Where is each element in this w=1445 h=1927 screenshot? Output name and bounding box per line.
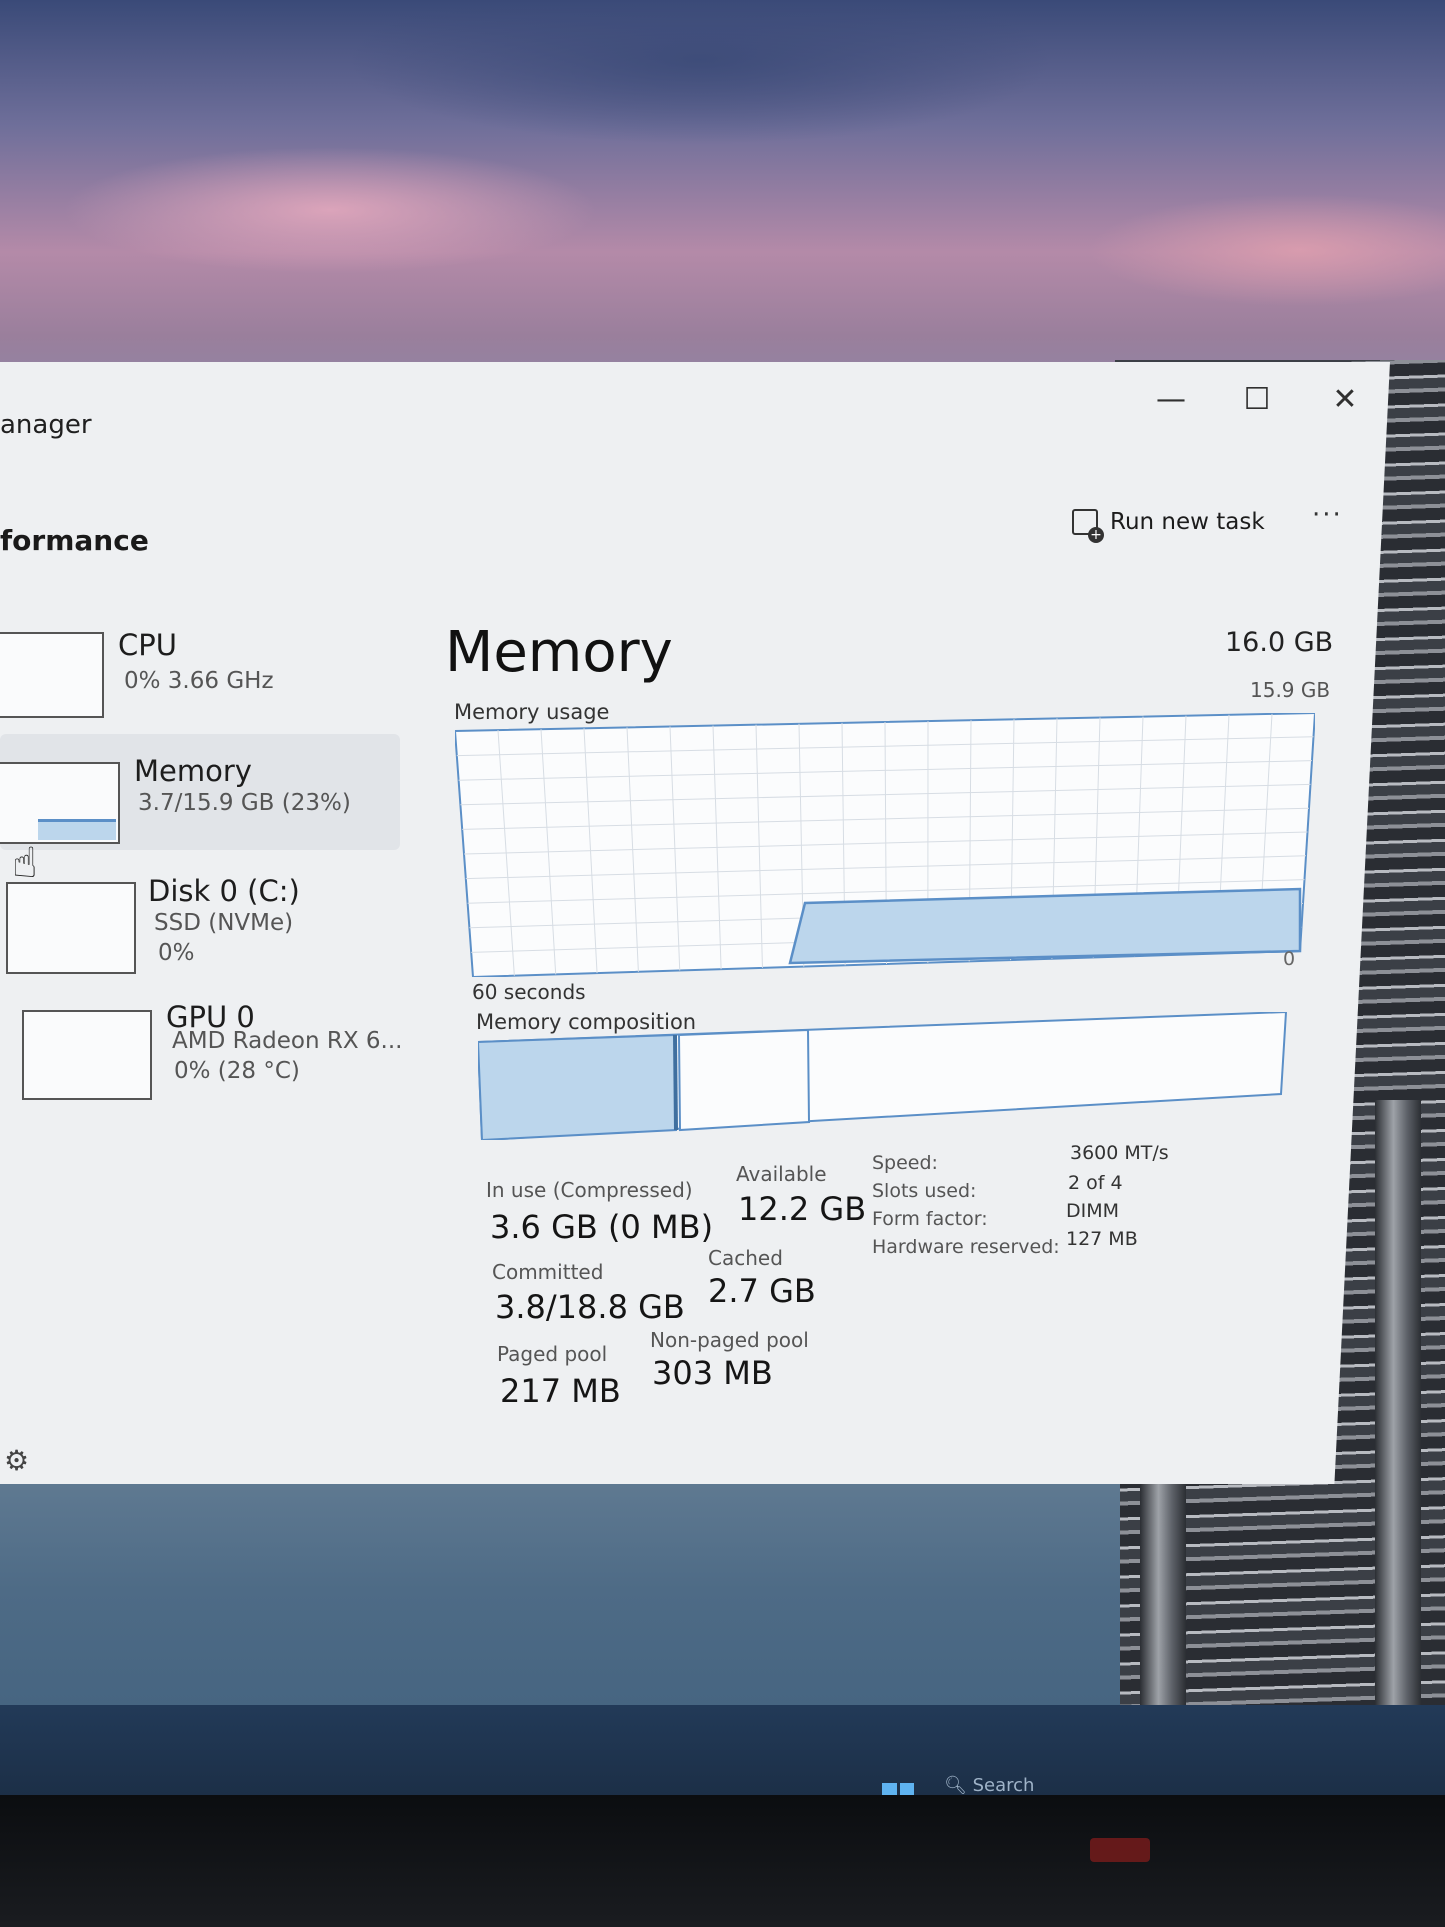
- gpu-thumbnail-graph: [22, 1010, 152, 1100]
- sidebar-item-label: Disk 0 (C:): [148, 874, 300, 908]
- maximize-button[interactable]: ☐: [1232, 382, 1282, 417]
- memory-composition-bar: [478, 1012, 1288, 1140]
- composition-modified: [673, 1034, 678, 1131]
- composition-standby: [677, 1028, 811, 1132]
- cpu-thumbnail-graph: [0, 632, 104, 718]
- sidebar-item-memory[interactable]: Memory 3.7/15.9 GB (23%): [0, 734, 400, 850]
- time-span-label: 60 seconds: [472, 980, 586, 1004]
- cached-label: Cached: [708, 1246, 783, 1270]
- settings-gear-icon[interactable]: ⚙: [4, 1444, 29, 1477]
- paged-pool-value: 217 MB: [500, 1372, 621, 1410]
- desktop-wallpaper-sky: [0, 0, 1445, 420]
- memory-total: 16.0 GB: [1225, 627, 1334, 658]
- taskbar: [0, 1705, 1445, 1795]
- in-use-label: In use (Compressed): [486, 1178, 693, 1202]
- sidebar-item-detail: AMD Radeon RX 6...: [172, 1028, 403, 1054]
- disk-thumbnail-graph: [6, 882, 136, 974]
- memory-thumbnail-graph: [0, 762, 120, 844]
- sidebar-item-detail: 0% 3.66 GHz: [124, 668, 274, 694]
- committed-value: 3.8/18.8 GB: [495, 1288, 685, 1326]
- sidebar-item-cpu[interactable]: CPU 0% 3.66 GHz: [0, 620, 380, 730]
- sidebar-item-detail: SSD (NVMe): [154, 910, 294, 936]
- minimize-button[interactable]: —: [1146, 382, 1196, 417]
- paged-pool-label: Paged pool: [497, 1342, 608, 1366]
- search-icon: 🔍︎: [944, 1775, 967, 1796]
- sidebar-item-label: CPU: [118, 628, 177, 662]
- sidebar-item-label: Memory: [134, 754, 252, 788]
- sidebar-item-usage: 0% (28 °C): [174, 1058, 300, 1084]
- in-use-value: 3.6 GB (0 MB): [490, 1208, 714, 1246]
- composition-in-use: [478, 1033, 678, 1140]
- dock-post: [1375, 1100, 1421, 1800]
- memory-graph-max: 15.9 GB: [1250, 678, 1331, 702]
- committed-label: Committed: [492, 1260, 604, 1284]
- page-title: formance: [0, 524, 149, 557]
- available-value: 12.2 GB: [738, 1190, 867, 1228]
- non-paged-pool-value: 303 MB: [652, 1354, 773, 1392]
- slots-used-label: Slots used:: [872, 1180, 977, 1202]
- speed-value: 3600 MT/s: [1070, 1142, 1169, 1164]
- memory-graph-min: 0: [1283, 948, 1296, 970]
- sidebar-item-gpu[interactable]: GPU 0 AMD Radeon RX 6... 0% (28 °C): [0, 996, 403, 1106]
- slots-used-value: 2 of 4: [1068, 1172, 1123, 1194]
- available-label: Available: [736, 1162, 827, 1186]
- more-options-button[interactable]: ···: [1312, 500, 1343, 530]
- cached-value: 2.7 GB: [708, 1272, 816, 1310]
- run-new-task-label: Run new task: [1110, 509, 1265, 535]
- speed-label: Speed:: [872, 1152, 938, 1174]
- run-task-icon: [1072, 509, 1104, 543]
- non-paged-pool-label: Non-paged pool: [650, 1328, 809, 1352]
- monitor-bezel: [0, 1795, 1445, 1927]
- memory-heading: Memory: [445, 620, 673, 685]
- window-title: anager: [0, 410, 92, 440]
- hardware-reserved-label: Hardware reserved:: [872, 1236, 1060, 1258]
- memory-usage-series: [788, 887, 1302, 965]
- memory-usage-graph: [455, 713, 1315, 977]
- form-factor-value: DIMM: [1066, 1200, 1120, 1222]
- close-button[interactable]: ✕: [1320, 382, 1370, 417]
- memory-thumbnail-fill: [38, 819, 116, 840]
- monitor-logo: [1090, 1838, 1150, 1862]
- sidebar-item-disk[interactable]: Disk 0 (C:) SSD (NVMe) 0%: [0, 866, 400, 976]
- title-bar[interactable]: anager — ☐ ✕: [0, 362, 1390, 482]
- form-factor-label: Form factor:: [872, 1208, 988, 1230]
- sidebar-item-usage: 0%: [158, 940, 195, 966]
- run-new-task-button[interactable]: Run new task: [1072, 502, 1265, 543]
- hardware-reserved-value: 127 MB: [1066, 1228, 1138, 1250]
- sidebar-item-detail: 3.7/15.9 GB (23%): [138, 790, 351, 816]
- taskbar-search-placeholder: Search: [972, 1775, 1035, 1796]
